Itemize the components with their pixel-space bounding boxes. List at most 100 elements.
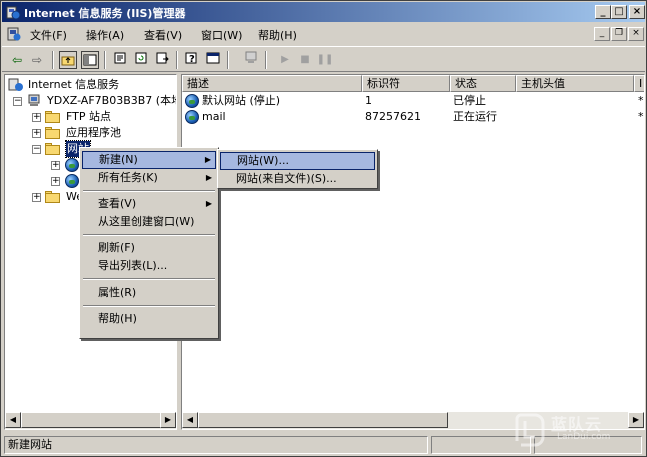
scroll-thumb[interactable]: [21, 412, 161, 428]
website-running-icon: [185, 110, 199, 124]
row-id: 87257621: [365, 110, 421, 123]
ctx-refresh-label: 刷新(F): [98, 241, 135, 254]
ctx-help-label: 帮助(H): [98, 312, 137, 325]
iis-root-icon: [8, 78, 23, 91]
submenu-website-from-file[interactable]: 网站(来自文件)(S)...: [220, 170, 375, 188]
website-globe-icon: [65, 174, 79, 188]
list-row[interactable]: 默认网站 (停止) 1 已停止 *: [182, 93, 644, 109]
toolbar-separator: [176, 51, 178, 69]
back-arrow-icon[interactable]: ⇦: [8, 51, 26, 69]
submenu-arrow-icon: ▶: [204, 155, 211, 164]
stop-icon[interactable]: ■: [296, 51, 314, 69]
collapse-icon[interactable]: −: [13, 97, 22, 106]
toolbar-separator: [227, 51, 229, 69]
collapse-icon[interactable]: −: [32, 145, 41, 154]
export-list-icon[interactable]: [153, 51, 171, 69]
list-horizontal-scrollbar[interactable]: ◀ ▶: [182, 412, 644, 429]
menu-separator: [83, 305, 215, 307]
scroll-left-button[interactable]: ◀: [182, 412, 198, 428]
menu-view[interactable]: 查看(V): [144, 27, 182, 43]
server-icon: [28, 94, 40, 106]
scroll-left-button[interactable]: ◀: [5, 412, 21, 428]
tree-ftp-label: FTP 站点: [66, 110, 111, 123]
maximize-button[interactable]: □: [611, 5, 627, 19]
expand-icon[interactable]: +: [51, 161, 60, 170]
list-pane[interactable]: 描述 标识符 状态 主机头值 I 默认网站 (停止) 1 已停止 * mail …: [181, 74, 645, 430]
scroll-right-button[interactable]: ▶: [628, 412, 644, 428]
computer-icon[interactable]: [242, 51, 260, 69]
tree-app-pools-label: 应用程序池: [66, 126, 121, 139]
menu-separator: [83, 278, 215, 280]
toolbar: ⇦ ⇨ ? ▶ ■ ❚❚: [2, 46, 645, 72]
submenu-website[interactable]: 网站(W)...: [220, 152, 375, 170]
expand-icon[interactable]: +: [32, 193, 41, 202]
row-id: 1: [365, 94, 372, 107]
ctx-view[interactable]: 查看(V) ▶: [82, 195, 216, 213]
show-tree-icon[interactable]: [81, 51, 99, 69]
play-icon[interactable]: ▶: [276, 51, 294, 69]
folder-icon: [45, 111, 61, 123]
column-header-host[interactable]: 主机头值: [516, 75, 634, 92]
menu-action[interactable]: 操作(A): [86, 27, 124, 43]
inner-minimize-button[interactable]: _: [594, 27, 610, 41]
properties-icon[interactable]: [111, 51, 129, 69]
new-submenu: 网站(W)... 网站(来自文件)(S)...: [217, 149, 378, 189]
forward-arrow-icon[interactable]: ⇨: [28, 51, 46, 69]
column-header-ip[interactable]: I: [634, 75, 644, 92]
folder-icon: [45, 191, 61, 203]
pause-icon[interactable]: ❚❚: [316, 51, 334, 69]
column-header-id[interactable]: 标识符: [362, 75, 450, 92]
submenu-website-label: 网站(W)...: [237, 154, 289, 167]
menu-separator: [83, 234, 215, 236]
help-icon[interactable]: ?: [183, 51, 201, 69]
minimize-button[interactable]: _: [595, 5, 611, 19]
ctx-all-tasks[interactable]: 所有任务(K) ▶: [82, 169, 216, 187]
menu-file[interactable]: 文件(F): [30, 27, 67, 43]
list-row[interactable]: mail 87257621 正在运行 *: [182, 109, 644, 125]
menu-separator: [83, 190, 215, 192]
row-description: 默认网站 (停止): [202, 94, 281, 107]
status-text: 新建网站: [4, 436, 428, 454]
status-cell-2: [431, 436, 531, 454]
ctx-new[interactable]: 新建(N) ▶: [82, 151, 216, 169]
console-window-icon[interactable]: [204, 51, 222, 69]
ctx-help[interactable]: 帮助(H): [82, 310, 216, 328]
tree-horizontal-scrollbar[interactable]: ◀ ▶: [5, 412, 176, 429]
row-description: mail: [202, 110, 226, 123]
ctx-new-window[interactable]: 从这里创建窗口(W): [82, 213, 216, 231]
expand-icon[interactable]: +: [32, 113, 41, 122]
title-bar[interactable]: Internet 信息服务 (IIS)管理器 _ □ ×: [2, 2, 645, 22]
expand-icon[interactable]: +: [51, 177, 60, 186]
ctx-export-list-label: 导出列表(L)...: [98, 259, 168, 272]
ctx-properties[interactable]: 属性(R): [82, 284, 216, 302]
expand-icon[interactable]: +: [32, 129, 41, 138]
submenu-arrow-icon: ▶: [205, 173, 212, 182]
inner-close-button[interactable]: ×: [628, 27, 644, 41]
window-title: Internet 信息服务 (IIS)管理器: [24, 7, 186, 20]
ctx-properties-label: 属性(R): [98, 286, 137, 299]
row-status: 正在运行: [453, 110, 497, 123]
column-header-description[interactable]: 描述: [182, 75, 362, 92]
iis-manager-window: Internet 信息服务 (IIS)管理器 _ □ × 文件(F) 操作(A)…: [0, 0, 647, 457]
website-globe-icon: [65, 158, 79, 172]
row-ip: *: [638, 94, 644, 107]
up-folder-icon[interactable]: [59, 51, 77, 69]
menu-window[interactable]: 窗口(W): [201, 27, 242, 43]
close-button[interactable]: ×: [629, 5, 645, 19]
column-header-status[interactable]: 状态: [450, 75, 516, 92]
ctx-refresh[interactable]: 刷新(F): [82, 239, 216, 257]
ctx-new-window-label: 从这里创建窗口(W): [98, 215, 195, 228]
tree-server-label: YDXZ-AF7B03B3B7 (本地计: [47, 94, 176, 107]
toolbar-separator: [265, 51, 267, 69]
scroll-thumb[interactable]: [198, 412, 448, 428]
refresh-icon[interactable]: [132, 51, 150, 69]
submenu-arrow-icon: ▶: [205, 199, 212, 208]
inner-restore-button[interactable]: ❐: [611, 27, 627, 41]
ctx-export-list[interactable]: 导出列表(L)...: [82, 257, 216, 275]
mmc-console-icon[interactable]: [6, 26, 22, 42]
svg-text:?: ?: [189, 54, 195, 65]
menu-help[interactable]: 帮助(H): [258, 27, 297, 43]
scroll-right-button[interactable]: ▶: [160, 412, 176, 428]
status-bar: 新建网站: [2, 435, 645, 455]
tree-root-label: Internet 信息服务: [28, 78, 120, 91]
